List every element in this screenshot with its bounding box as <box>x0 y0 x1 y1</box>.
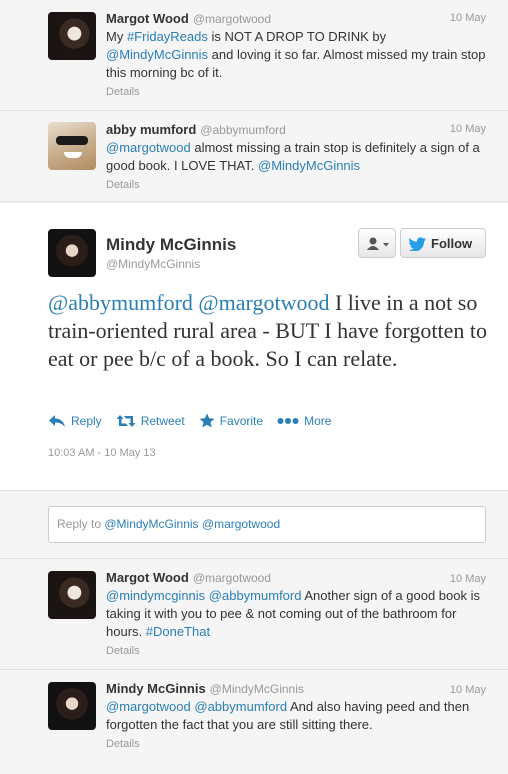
tweet-time[interactable]: 10 May <box>450 12 486 24</box>
retweet-icon <box>116 414 136 427</box>
favorite-button[interactable]: Favorite <box>199 413 263 428</box>
user-handle[interactable]: @abbymumford <box>200 123 286 137</box>
hashtag-link[interactable]: #FridayReads <box>127 29 208 44</box>
twitter-bird-icon <box>409 237 426 251</box>
user-name[interactable]: abby mumford <box>106 122 196 137</box>
details-link[interactable]: Details <box>106 645 486 657</box>
more-label: More <box>304 413 332 428</box>
user-handle[interactable]: @MindyMcGinnis <box>210 682 304 696</box>
tweet-abby[interactable]: abby mumford @abbymumford 10 May @margotw… <box>0 111 508 202</box>
reply-prefix: Reply to <box>57 517 105 531</box>
reply-label: Reply <box>71 413 102 428</box>
user-actions-button[interactable] <box>358 228 396 258</box>
avatar[interactable] <box>48 682 96 730</box>
tweet-mindy-reply[interactable]: Mindy McGinnis @MindyMcGinnis 10 May @mar… <box>0 670 508 774</box>
avatar[interactable] <box>48 229 96 277</box>
tweet-text: My #FridayReads is NOT A DROP TO DRINK b… <box>106 28 486 82</box>
user-name[interactable]: Mindy McGinnis <box>106 681 206 696</box>
mention-link[interactable]: @mindymcginnis <box>106 588 205 603</box>
details-link[interactable]: Details <box>106 86 486 98</box>
reply-area: Reply to @MindyMcGinnis @margotwood <box>0 491 508 559</box>
user-handle[interactable]: @MindyMcGinnis <box>106 257 200 271</box>
mention-link[interactable]: @margotwood <box>106 140 191 155</box>
avatar[interactable] <box>48 12 96 60</box>
tweet-text-large: @abbymumford @margotwood I live in a not… <box>48 289 488 373</box>
details-link[interactable]: Details <box>106 738 486 750</box>
tweet-time[interactable]: 10 May <box>450 123 486 135</box>
follow-label: Follow <box>431 236 473 251</box>
user-name[interactable]: Mindy McGinnis <box>106 235 236 255</box>
favorite-label: Favorite <box>219 413 264 428</box>
user-handle[interactable]: @margotwood <box>193 12 271 26</box>
tweet-time[interactable]: 10 May <box>450 573 486 585</box>
tweet-time[interactable]: 10 May <box>450 684 486 696</box>
avatar[interactable] <box>48 122 96 170</box>
mention-link[interactable]: @margotwood <box>198 290 329 315</box>
more-dots-icon <box>277 417 299 424</box>
tweet-margot-1[interactable]: Margot Wood @margotwood 10 May My #Friday… <box>0 0 508 111</box>
reply-button[interactable]: Reply <box>48 413 102 428</box>
user-name[interactable]: Margot Wood <box>106 11 189 26</box>
text-segment: is NOT A DROP TO DRINK by <box>207 29 387 44</box>
mention-link[interactable]: @abbymumford <box>194 699 287 714</box>
expanded-tweet: Mindy McGinnis @MindyMcGinnis Follow @ab… <box>0 203 508 491</box>
reply-icon <box>49 414 65 427</box>
user-name[interactable]: Margot Wood <box>106 570 189 585</box>
avatar[interactable] <box>48 571 96 619</box>
reply-input[interactable]: Reply to @MindyMcGinnis @margotwood <box>48 506 486 543</box>
retweet-button[interactable]: Retweet <box>116 413 185 428</box>
reply-mentions: @MindyMcGinnis @margotwood <box>104 517 281 531</box>
follow-button[interactable]: Follow <box>400 228 486 258</box>
details-link[interactable]: Details <box>106 179 486 191</box>
user-handle[interactable]: @margotwood <box>193 571 271 585</box>
tweet-timestamp[interactable]: 10:03 AM - 10 May 13 <box>48 447 156 459</box>
tweet-actions: Reply Retweet Favorite More <box>48 413 345 428</box>
mention-link[interactable]: @abbymumford <box>48 290 193 315</box>
hashtag-link[interactable]: #DoneThat <box>146 624 210 639</box>
mention-link[interactable]: @margotwood <box>106 699 191 714</box>
tweet-text: @margotwood almost missing a train stop … <box>106 139 486 175</box>
text-segment: My <box>106 29 127 44</box>
tweet-text: @mindymcginnis @abbymumford Another sign… <box>106 587 486 641</box>
mention-link[interactable]: @abbymumford <box>209 588 302 603</box>
more-button[interactable]: More <box>277 413 331 428</box>
person-icon <box>367 237 389 250</box>
star-icon <box>199 413 215 428</box>
tweet-margot-2[interactable]: Margot Wood @margotwood 10 May @mindymcgi… <box>0 559 508 670</box>
mention-link[interactable]: @MindyMcGinnis <box>258 158 360 173</box>
retweet-label: Retweet <box>140 413 185 428</box>
conversation-view: Margot Wood @margotwood 10 May My #Friday… <box>0 0 508 774</box>
tweet-text: @margotwood @abbymumford And also having… <box>106 698 486 734</box>
mention-link[interactable]: @MindyMcGinnis <box>106 47 208 62</box>
